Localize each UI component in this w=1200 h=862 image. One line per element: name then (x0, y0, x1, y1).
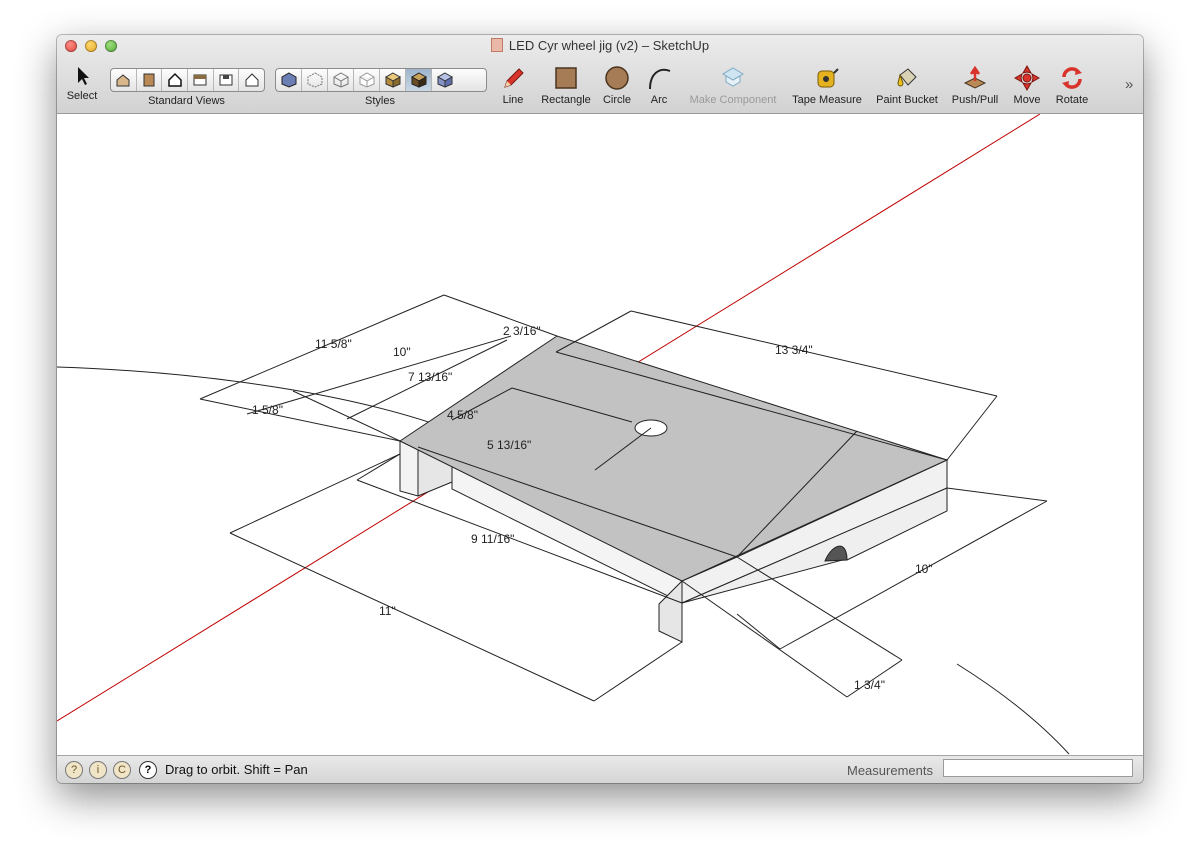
circle-icon (605, 66, 629, 90)
dimension-label: 4 5/8" (447, 408, 478, 422)
sketchup-window: LED Cyr wheel jig (v2) – SketchUp Select… (57, 35, 1143, 783)
front-house-icon (167, 72, 182, 87)
copyright-icon[interactable]: C (113, 761, 131, 779)
dimension-label: 10" (393, 345, 411, 359)
model-viewport[interactable]: 11 5/8" 10" 2 3/16" 13 3/4" 7 13/16" 1 5… (57, 113, 1143, 755)
tape-measure-tool[interactable]: Tape Measure (787, 59, 867, 106)
tape-measure-icon (817, 68, 839, 88)
arrow-cursor-icon (78, 67, 89, 85)
styles-group (275, 68, 487, 92)
back-view-icon (219, 74, 233, 86)
arc-tool[interactable]: Arc (641, 59, 677, 106)
paint-bucket-icon (897, 68, 917, 87)
push-pull-tool[interactable]: Push/Pull (947, 59, 1003, 106)
status-hint: Drag to orbit. Shift = Pan (165, 762, 308, 777)
standard-views-label: Standard Views (148, 95, 225, 107)
toolbar-overflow-button[interactable]: » (1125, 76, 1133, 93)
monochrome-style-button[interactable] (432, 69, 457, 91)
arc-icon (649, 68, 671, 90)
monochrome-cube-icon (436, 72, 453, 88)
geo-location-icon[interactable]: ? (65, 761, 83, 779)
top-view-icon (143, 73, 155, 87)
front-view-button[interactable] (162, 69, 189, 91)
rotate-tool[interactable]: Rotate (1051, 59, 1093, 106)
right-view-button[interactable] (188, 69, 214, 91)
iso-view-button[interactable] (111, 69, 137, 91)
right-view-icon (193, 74, 207, 86)
dimension-label: 9 11/16" (471, 532, 514, 546)
dimension-label: 11 5/8" (315, 337, 352, 351)
guide-curve (57, 366, 458, 433)
circle-tool[interactable]: Circle (599, 59, 635, 106)
dimension-label: 13 3/4" (775, 343, 813, 357)
jig-block (399, 335, 949, 643)
model-drawing[interactable]: 11 5/8" 10" 2 3/16" 13 3/4" 7 13/16" 1 5… (57, 113, 1143, 755)
select-tool[interactable]: Select (62, 59, 102, 102)
status-bar: ? i C ? Drag to orbit. Shift = Pan Measu… (57, 755, 1143, 783)
instructor-help-icon[interactable]: ? (139, 761, 157, 779)
standard-views-group (110, 68, 265, 92)
dimension-label: 2 3/16" (503, 324, 541, 338)
styles-label: Styles (365, 95, 395, 107)
move-arrows-icon (1014, 65, 1040, 91)
rotate-arrows-icon (1062, 67, 1082, 89)
line-tool[interactable]: Line (493, 59, 533, 106)
measurements-label: Measurements (847, 763, 933, 778)
shaded-textures-style-button[interactable] (406, 69, 432, 91)
pencil-icon (504, 68, 524, 88)
dimension-label: 11" (379, 604, 396, 618)
back-edges-cube-icon (307, 72, 322, 88)
textured-cube-icon (410, 72, 427, 88)
rectangle-icon (555, 67, 577, 89)
xray-cube-icon (281, 72, 296, 88)
rectangle-tool[interactable]: Rectangle (537, 59, 595, 106)
dimension-label: 1 5/8" (252, 403, 283, 417)
dimension-label: 7 13/16" (408, 370, 452, 384)
document-icon (490, 38, 503, 52)
hidden-line-cube-icon (359, 72, 374, 88)
paint-bucket-tool[interactable]: Paint Bucket (871, 59, 943, 106)
component-icon (722, 67, 744, 87)
back-edges-style-button[interactable] (302, 69, 328, 91)
dimension-label: 1 3/4" (854, 678, 885, 692)
measurements-input[interactable] (943, 759, 1133, 777)
wireframe-style-button[interactable] (328, 69, 354, 91)
window-title: LED Cyr wheel jig (v2) – SketchUp (57, 38, 1143, 53)
dimension-label: 10" (915, 562, 933, 576)
back-view-button[interactable] (214, 69, 240, 91)
shaded-cube-icon (384, 72, 401, 88)
shaded-style-button[interactable] (380, 69, 406, 91)
dimension-label: 5 13/16" (487, 438, 531, 452)
xray-style-button[interactable] (276, 69, 302, 91)
push-pull-icon (963, 65, 987, 89)
left-house-icon (245, 73, 259, 87)
make-component-tool[interactable]: Make Component (683, 59, 783, 106)
left-view-button[interactable] (239, 69, 264, 91)
wireframe-cube-icon (333, 72, 348, 88)
move-tool[interactable]: Move (1007, 59, 1047, 106)
title-bar: LED Cyr wheel jig (v2) – SketchUp Select… (57, 35, 1143, 114)
credits-icon[interactable]: i (89, 761, 107, 779)
hidden-line-style-button[interactable] (354, 69, 380, 91)
guide-curve-lower (956, 663, 1070, 755)
iso-house-icon (116, 74, 130, 87)
top-view-button[interactable] (137, 69, 163, 91)
